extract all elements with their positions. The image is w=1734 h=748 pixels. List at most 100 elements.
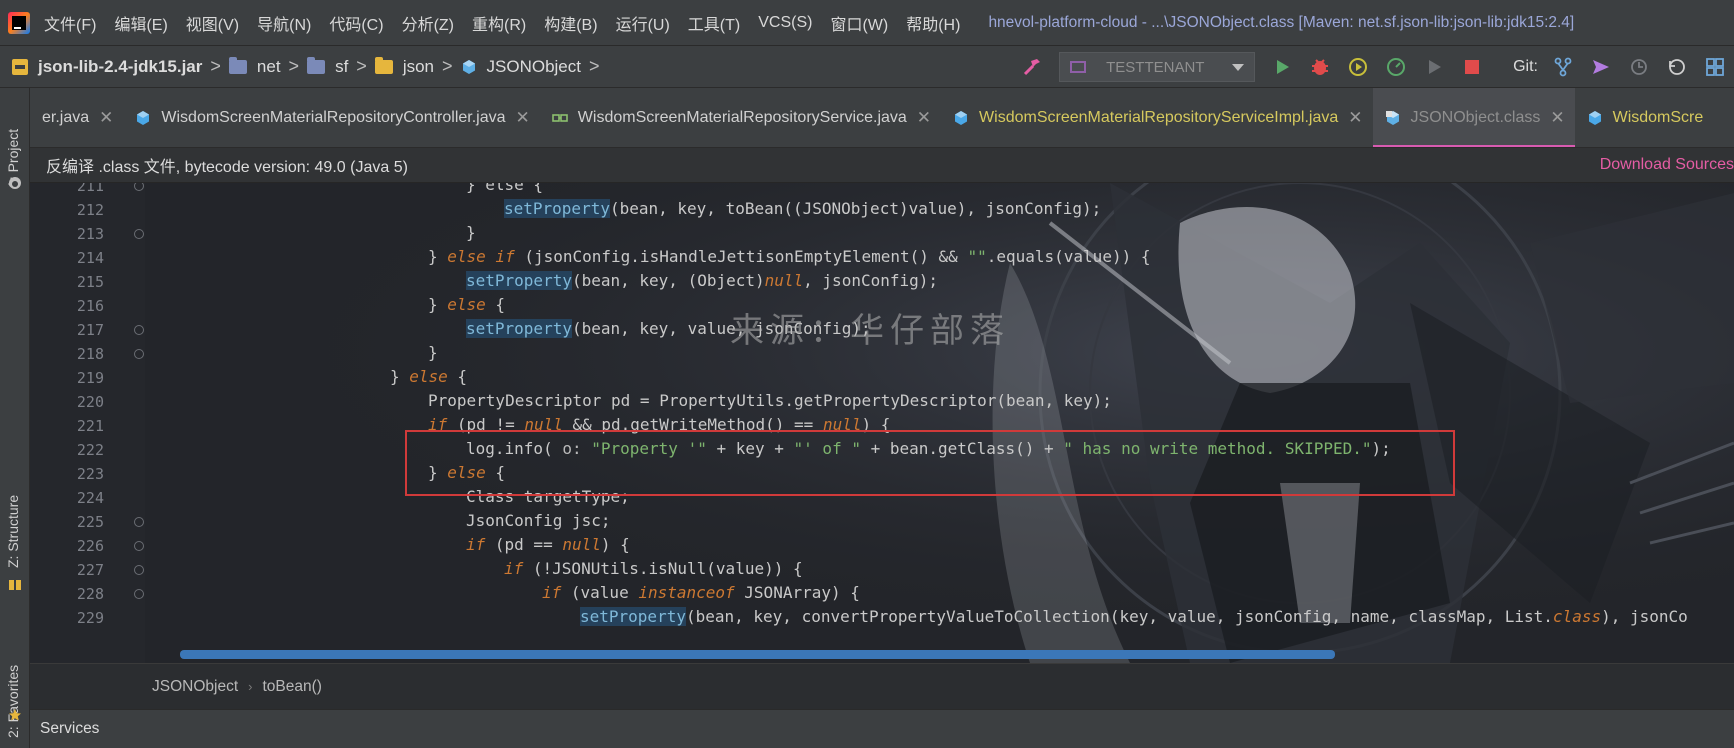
tab-jsonobject-class[interactable]: JSONObject.class ✕ bbox=[1372, 88, 1575, 147]
debug-icon[interactable] bbox=[1309, 56, 1331, 78]
menu-tools[interactable]: 工具(T) bbox=[688, 11, 740, 35]
intellij-logo-icon bbox=[8, 11, 30, 34]
git-branch-icon[interactable] bbox=[1552, 56, 1574, 78]
tool-window-structure[interactable]: Z: Structure bbox=[5, 495, 21, 568]
code-text: { bbox=[447, 367, 468, 386]
fold-marker-icon[interactable] bbox=[134, 325, 144, 335]
fold-marker-icon[interactable] bbox=[134, 541, 144, 551]
decompiled-banner: 反编译 .class 文件, bytecode version: 49.0 (J… bbox=[30, 148, 1734, 183]
code-line-218: } bbox=[428, 343, 438, 362]
code-text: } bbox=[390, 367, 410, 386]
download-sources-link[interactable]: Download Sources bbox=[1600, 156, 1734, 174]
menu-view[interactable]: 视图(V) bbox=[186, 11, 239, 35]
stop-icon[interactable] bbox=[1461, 56, 1483, 78]
code-text: } bbox=[428, 343, 438, 362]
menu-file[interactable]: 文件(F) bbox=[44, 11, 96, 35]
tab-wisdomscreen-cut[interactable]: WisdomScre bbox=[1575, 88, 1714, 147]
fold-marker-icon[interactable] bbox=[134, 565, 144, 575]
build-hammer-icon[interactable] bbox=[1021, 56, 1043, 78]
services-tool-window-bar: Services bbox=[30, 709, 1734, 748]
fold-marker-icon[interactable] bbox=[134, 517, 144, 527]
menu-vcs[interactable]: VCS(S) bbox=[758, 14, 812, 32]
breadcrumb-json[interactable]: json bbox=[403, 57, 434, 77]
close-icon[interactable]: ✕ bbox=[516, 108, 530, 128]
folder-icon bbox=[307, 56, 326, 74]
code-editor[interactable]: 211 212 213 214 215 216 217 218 219 220 … bbox=[30, 183, 1734, 663]
code-text: JSONArray) { bbox=[734, 583, 860, 602]
menu-analyze[interactable]: 分析(Z) bbox=[402, 11, 454, 35]
chevron-down-icon bbox=[1232, 63, 1245, 71]
services-tab[interactable]: Services bbox=[40, 720, 99, 738]
code-line-220: PropertyDescriptor pd = PropertyUtils.ge… bbox=[428, 391, 1112, 410]
menu-help[interactable]: 帮助(H) bbox=[906, 11, 960, 35]
line-number: 216 bbox=[76, 297, 104, 315]
menu-bar: 文件(F) 编辑(E) 视图(V) 导航(N) 代码(C) 分析(Z) 重构(R… bbox=[0, 0, 1734, 46]
tab-label: JSONObject.class bbox=[1410, 109, 1541, 126]
horizontal-scrollbar[interactable] bbox=[180, 650, 1335, 659]
menu-refactor[interactable]: 重构(R) bbox=[472, 11, 526, 35]
history-icon[interactable] bbox=[1628, 56, 1650, 78]
github-icon bbox=[9, 177, 21, 189]
code-line-219: } else { bbox=[390, 367, 467, 386]
menu-edit[interactable]: 编辑(E) bbox=[114, 11, 167, 35]
tab-controller-java[interactable]: WisdomScreenMaterialRepositoryController… bbox=[123, 88, 539, 147]
code-text: (bean, key, toBean((JSONObject)value), j… bbox=[609, 199, 1102, 218]
tool-window-favorites[interactable]: 2: Favorites bbox=[5, 665, 21, 738]
tab-serviceimpl-java[interactable]: WisdomScreenMaterialRepositoryServiceImp… bbox=[941, 88, 1372, 147]
chevron-right-icon: > bbox=[210, 56, 221, 76]
code-line-227: if (!JSONUtils.isNull(value)) { bbox=[504, 559, 803, 578]
chevron-right-icon: > bbox=[288, 56, 300, 76]
menu-window[interactable]: 窗口(W) bbox=[830, 11, 888, 35]
run-config-select[interactable]: TESTTENANT bbox=[1059, 52, 1256, 82]
line-number: 213 bbox=[76, 225, 104, 243]
rollback-icon[interactable] bbox=[1666, 56, 1688, 78]
keyword: null bbox=[764, 271, 804, 290]
fold-marker-icon[interactable] bbox=[134, 229, 144, 239]
editor-breadcrumb: JSONObject › toBean() bbox=[30, 663, 1734, 709]
menu-code[interactable]: 代码(C) bbox=[329, 11, 383, 35]
jar-icon bbox=[12, 58, 28, 75]
breadcrumb-method[interactable]: toBean() bbox=[262, 678, 321, 696]
watermark-text: 来源：华仔部落 bbox=[730, 311, 1010, 351]
layout-icon[interactable] bbox=[1704, 56, 1726, 78]
close-icon[interactable]: ✕ bbox=[99, 108, 113, 128]
line-number: 227 bbox=[76, 561, 104, 579]
code-line-225: JsonConfig jsc; bbox=[466, 511, 611, 530]
menu-build[interactable]: 构建(B) bbox=[544, 11, 597, 35]
fold-marker-icon[interactable] bbox=[134, 589, 144, 599]
run-icon[interactable] bbox=[1271, 56, 1293, 78]
line-number: 214 bbox=[76, 249, 104, 267]
method-call: setProperty bbox=[580, 607, 686, 626]
tab-service-java[interactable]: WisdomScreenMaterialRepositoryService.ja… bbox=[540, 88, 941, 147]
tab-er-java[interactable]: er.java ✕ bbox=[30, 88, 123, 147]
menu-navigate[interactable]: 导航(N) bbox=[257, 11, 311, 35]
profile-icon[interactable] bbox=[1385, 56, 1407, 78]
coverage-icon[interactable] bbox=[1347, 56, 1369, 78]
close-icon[interactable]: ✕ bbox=[1348, 108, 1362, 128]
breadcrumb-jsonobject[interactable]: JSONObject bbox=[487, 57, 581, 77]
keyword: class bbox=[1552, 607, 1602, 626]
class-icon bbox=[137, 111, 150, 125]
line-number: 218 bbox=[76, 345, 104, 363]
breadcrumb-net[interactable]: net bbox=[257, 57, 281, 77]
code-text: (!JSONUtils.isNull(value)) { bbox=[523, 559, 803, 578]
breadcrumb-class[interactable]: JSONObject bbox=[152, 678, 238, 696]
code-text: (bean, key, (Object) bbox=[571, 271, 765, 290]
breadcrumb-jar[interactable]: json-lib-2.4-jdk15.jar bbox=[38, 57, 202, 77]
line-number: 226 bbox=[76, 537, 104, 555]
tab-label: WisdomScre bbox=[1612, 109, 1704, 126]
fold-marker-icon[interactable] bbox=[134, 349, 144, 359]
breadcrumb-sf[interactable]: sf bbox=[335, 57, 348, 77]
git-push-icon[interactable] bbox=[1590, 56, 1612, 78]
line-number: 211 bbox=[76, 183, 104, 195]
run-disabled-icon[interactable] bbox=[1423, 56, 1445, 78]
folder-icon bbox=[228, 56, 247, 74]
class-file-icon bbox=[462, 59, 475, 74]
code-text: (pd == bbox=[485, 535, 563, 554]
menu-run[interactable]: 运行(U) bbox=[616, 11, 670, 35]
close-icon[interactable]: ✕ bbox=[917, 108, 931, 128]
code-text: { bbox=[485, 295, 506, 314]
tab-label: WisdomScreenMaterialRepositoryService.ja… bbox=[577, 109, 907, 126]
code-text: } bbox=[428, 295, 448, 314]
close-icon[interactable]: ✕ bbox=[1550, 108, 1564, 128]
